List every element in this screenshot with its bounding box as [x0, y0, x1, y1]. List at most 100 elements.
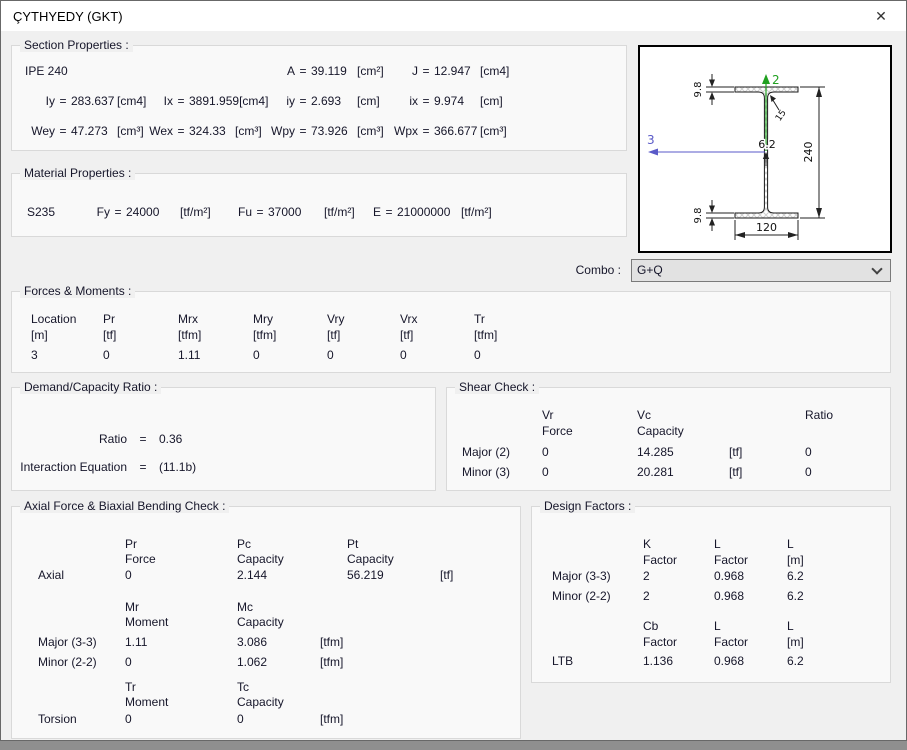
forces-values-row: 3 0 1.11 0 0 0 0: [31, 348, 481, 362]
demand-capacity-title: Demand/Capacity Ratio :: [20, 380, 161, 394]
bottom-flange-thickness-label: 9.8: [693, 208, 704, 224]
material-grade: S235: [27, 205, 55, 219]
forces-units-row: [m] [tf] [tfm] [tfm] [tf] [tf] [tfm]: [31, 328, 497, 342]
cell-value: 6.2: [787, 569, 804, 583]
axis-3-label: 3: [647, 133, 655, 147]
section-properties-group: Section Properties : IPE 240 A = 39.119 …: [11, 45, 627, 151]
equals-sign: =: [127, 432, 159, 446]
prop-Wpx: Wpx = 366.677 [cm³]: [388, 124, 507, 138]
prop-value: 12.947: [434, 64, 480, 78]
equals-sign: =: [295, 94, 311, 108]
design-factors-title: Design Factors :: [540, 499, 635, 513]
col-subheader: Factor: [643, 553, 714, 567]
prop-unit: [cm³]: [117, 124, 144, 138]
titlebar[interactable]: ÇYTHYEDY (GKT) ✕: [1, 1, 906, 31]
prop-key: iy: [265, 94, 295, 108]
col-header: L: [787, 619, 794, 633]
col-header: Vr: [542, 408, 637, 422]
cell-value: 0: [125, 655, 237, 669]
demand-capacity-group: Demand/Capacity Ratio : Ratio = 0.36 Int…: [11, 387, 436, 491]
col-unit: [tf]: [327, 328, 400, 342]
interaction-value: (11.1b): [159, 460, 196, 474]
shear-check-group: Shear Check : Vr Vc Ratio Force Capacity…: [446, 387, 891, 491]
equals-sign: =: [418, 124, 434, 138]
equals-sign: =: [418, 94, 434, 108]
axis-2-label: 2: [772, 73, 780, 87]
col-header: L: [714, 619, 787, 633]
width-label: 120: [756, 221, 777, 234]
col-header: Tr: [474, 312, 485, 326]
col-header: Vc: [637, 408, 729, 422]
axial-bending-group: Axial Force & Biaxial Bending Check : Pr…: [11, 506, 521, 739]
cell-value: 1.062: [237, 655, 320, 669]
cell-unit: [tf]: [729, 445, 805, 459]
section-name: IPE 240: [25, 64, 68, 78]
cell-unit: [tfm]: [320, 712, 343, 726]
spacer: [552, 553, 643, 567]
prop-key: Iy: [25, 94, 55, 108]
check-results-dialog: ÇYTHYEDY (GKT) ✕ Section Properties : IP…: [0, 0, 907, 741]
col-header: Vrx: [400, 312, 474, 326]
dim-arrow: [709, 218, 715, 226]
axial-bending-title: Axial Force & Biaxial Bending Check :: [20, 499, 229, 513]
cell-value: 0.968: [714, 569, 787, 583]
prop-value: 24000: [126, 205, 180, 219]
cell-value: 56.219: [347, 568, 440, 582]
prop-key: Wey: [25, 124, 55, 138]
row-label: Torsion: [38, 712, 125, 726]
col-header: L: [787, 537, 794, 551]
prop-unit: [cm4]: [480, 64, 509, 78]
cell-value: 0: [805, 445, 812, 459]
prop-value: 73.926: [311, 124, 357, 138]
col-subheader: Force: [125, 552, 237, 566]
cell-unit: [tfm]: [320, 655, 343, 669]
row-label: Minor (3): [462, 465, 542, 479]
dim-arrow: [788, 232, 798, 238]
col-subheader: Capacity: [237, 552, 347, 566]
col-header: Tr: [125, 680, 237, 694]
shear-check-title: Shear Check :: [455, 380, 539, 394]
axis-2-arrow: [762, 74, 770, 84]
prop-Wpy: Wpy = 73.926 [cm³]: [265, 124, 384, 138]
prop-Iy: Iy = 283.637 [cm4]: [25, 94, 146, 108]
col-subheader: Capacity: [237, 695, 284, 709]
prop-value: 47.273: [71, 124, 117, 138]
prop-key: J: [388, 64, 418, 78]
equals-sign: =: [381, 205, 397, 219]
prop-value: 366.677: [434, 124, 480, 138]
cell-value: 0: [253, 348, 327, 362]
close-icon[interactable]: ✕: [864, 4, 898, 28]
design-factors-group: Design Factors : K L L Factor Factor [m]…: [531, 506, 891, 683]
prop-key: Wpy: [265, 124, 295, 138]
prop-unit: [cm²]: [357, 64, 384, 78]
col-header: Pr: [103, 312, 178, 326]
section-properties-title: Section Properties :: [20, 38, 133, 52]
col-subheader: Factor: [714, 635, 787, 649]
spacer: [462, 408, 542, 422]
cell-value: 0: [805, 465, 812, 479]
col-subheader: Capacity: [347, 552, 394, 566]
material-properties-group: Material Properties : S235 Fy = 24000 [t…: [11, 173, 627, 237]
chevron-down-icon[interactable]: [871, 263, 882, 274]
cell-unit: [tf]: [440, 568, 453, 582]
window-title: ÇYTHYEDY (GKT): [13, 9, 123, 24]
combo-select[interactable]: G+Q: [631, 259, 891, 282]
ratio-value: 0.36: [159, 432, 182, 446]
cb-subheader-row: Factor Factor [m]: [552, 635, 804, 649]
dim-arrow: [709, 206, 715, 214]
equals-sign: =: [110, 205, 126, 219]
shear-subheader-row: Force Capacity: [462, 424, 729, 438]
prop-key: E: [367, 205, 381, 219]
col-subheader: Capacity: [237, 615, 284, 629]
prop-key: ix: [388, 94, 418, 108]
prop-key: A: [265, 64, 295, 78]
depth-label: 240: [802, 142, 815, 163]
col-unit: [tfm]: [178, 328, 253, 342]
combo-label: Combo :: [521, 263, 621, 277]
col-unit: [tf]: [400, 328, 474, 342]
forces-header-row: Location Pr Mrx Mry Vry Vrx Tr: [31, 312, 485, 326]
prop-unit: [cm³]: [480, 124, 507, 138]
spacer: [462, 424, 542, 438]
col-subheader: Moment: [125, 695, 237, 709]
row-label: Major (2): [462, 445, 542, 459]
